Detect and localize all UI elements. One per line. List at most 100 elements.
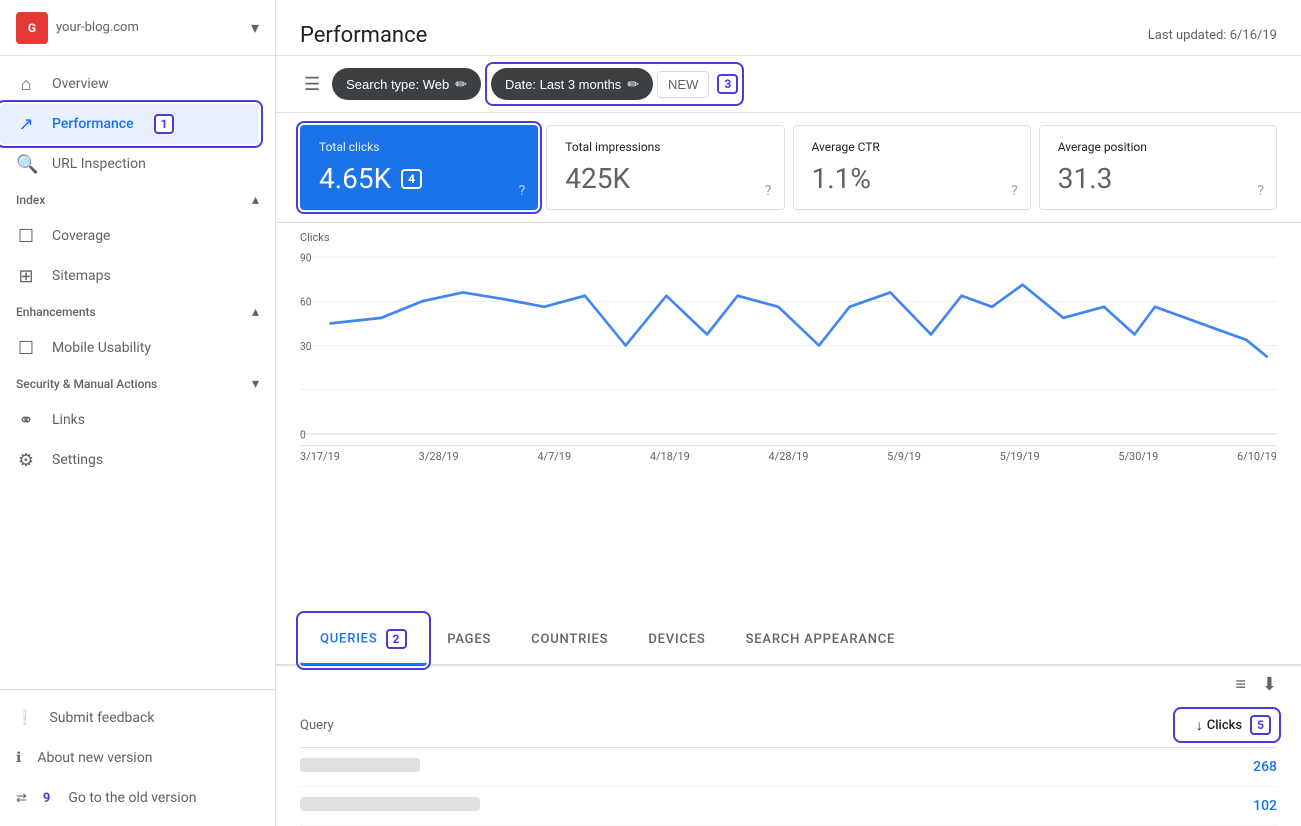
chart-area: Clicks 90 60 30 0 3/17/19 3/28/19 4/7/19 bbox=[276, 223, 1301, 615]
coverage-icon: ☐ bbox=[16, 226, 36, 247]
search-type-filter[interactable]: Search type: Web ✏ bbox=[332, 68, 481, 100]
chart-x-labels: 3/17/19 3/28/19 4/7/19 4/18/19 4/28/19 5… bbox=[300, 446, 1277, 467]
edit-icon: ✏ bbox=[627, 76, 639, 93]
submit-feedback-item[interactable]: ❕ Submit feedback bbox=[0, 698, 275, 738]
sidebar-item-performance[interactable]: ↗ Performance 1 bbox=[0, 104, 259, 144]
sidebar-item-label: URL Inspection bbox=[52, 156, 146, 172]
sitemaps-icon: ⊞ bbox=[16, 266, 36, 287]
sidebar-logo: G your-blog.com ▾ bbox=[0, 0, 275, 56]
metric-average-position[interactable]: Average position 31.3 ? bbox=[1039, 125, 1277, 210]
index-section-label: Index bbox=[16, 193, 45, 207]
sidebar-item-label: Links bbox=[52, 412, 85, 428]
row-query bbox=[300, 758, 1177, 776]
sidebar-item-label: Overview bbox=[52, 76, 109, 92]
metrics-row: Total clicks 4.65K 4 ? Total impressions… bbox=[276, 113, 1301, 223]
tab-label: SEARCH APPEARANCE bbox=[746, 632, 896, 647]
search-type-label: Search type: Web bbox=[346, 77, 449, 92]
metric-label: Average CTR bbox=[812, 140, 1012, 154]
row-clicks: 268 bbox=[1177, 759, 1277, 775]
about-new-version-item[interactable]: ℹ About new version bbox=[0, 738, 275, 778]
main-header: Performance Last updated: 6/16/19 bbox=[276, 0, 1301, 56]
x-label: 3/28/19 bbox=[419, 450, 459, 463]
sidebar-item-url-inspection[interactable]: 🔍 URL Inspection bbox=[0, 144, 259, 184]
help-icon[interactable]: ? bbox=[1257, 183, 1264, 199]
last-updated: Last updated: 6/16/19 bbox=[1148, 28, 1277, 43]
metric-total-clicks[interactable]: Total clicks 4.65K 4 ? bbox=[300, 125, 538, 210]
sidebar-item-sitemaps[interactable]: ⊞ Sitemaps bbox=[0, 256, 259, 296]
feedback-label: Submit feedback bbox=[49, 710, 154, 726]
help-icon[interactable]: ? bbox=[1011, 183, 1018, 199]
settings-icon: ⚙ bbox=[16, 450, 36, 471]
row-clicks: 102 bbox=[1177, 798, 1277, 814]
tabs-row: QUERIES 2 PAGES COUNTRIES DEVICES SEARCH… bbox=[276, 615, 1301, 666]
date-filter[interactable]: Date: Last 3 months ✏ bbox=[491, 68, 653, 100]
sidebar-item-overview[interactable]: ⌂ Overview bbox=[0, 64, 259, 104]
performance-icon: ↗ bbox=[16, 114, 36, 135]
blurred-query bbox=[300, 758, 420, 772]
sidebar: G your-blog.com ▾ ⌂ Overview ↗ Performan… bbox=[0, 0, 276, 826]
tab-pages[interactable]: PAGES bbox=[427, 618, 511, 664]
svg-text:0: 0 bbox=[300, 428, 306, 442]
about-label: About new version bbox=[37, 750, 152, 766]
sidebar-item-settings[interactable]: ⚙ Settings bbox=[0, 440, 259, 480]
sidebar-item-links[interactable]: ⚭ Links bbox=[0, 400, 259, 440]
x-label: 4/28/19 bbox=[769, 450, 809, 463]
enhancements-section-header[interactable]: Enhancements ▴ bbox=[0, 296, 275, 328]
filter-icon[interactable]: ☰ bbox=[300, 70, 324, 99]
old-version-label: Go to the old version bbox=[68, 790, 196, 806]
metric-value: 4.65K bbox=[319, 162, 391, 195]
filter-rows-icon[interactable]: ≡ bbox=[1235, 674, 1246, 695]
feedback-icon: ❕ bbox=[16, 710, 33, 726]
annotation-badge-1: 1 bbox=[154, 114, 175, 134]
security-section-header[interactable]: Security & Manual Actions ▾ bbox=[0, 368, 275, 400]
chevron-down-icon[interactable]: ▾ bbox=[251, 18, 259, 37]
metric-value: 425K bbox=[565, 162, 765, 195]
page-title: Performance bbox=[300, 23, 427, 48]
x-label: 3/17/19 bbox=[300, 450, 340, 463]
download-icon[interactable]: ⬇ bbox=[1262, 674, 1277, 695]
tab-label: QUERIES bbox=[320, 631, 378, 646]
metric-label: Total impressions bbox=[565, 140, 765, 154]
main-content: Performance Last updated: 6/16/19 ☰ Sear… bbox=[276, 0, 1301, 826]
chart-container: 90 60 30 0 bbox=[300, 246, 1277, 446]
edit-icon: ✏ bbox=[455, 76, 467, 93]
sidebar-bottom: ❕ Submit feedback ℹ About new version ⇄ … bbox=[0, 689, 275, 826]
sidebar-item-label: Mobile Usability bbox=[52, 340, 151, 356]
x-label: 4/7/19 bbox=[537, 450, 571, 463]
metric-total-impressions[interactable]: Total impressions 425K ? bbox=[546, 125, 784, 210]
metric-value: 1.1% bbox=[812, 162, 1012, 195]
sort-arrow-icon: ↓ bbox=[1196, 717, 1203, 734]
old-version-badge: 9 bbox=[43, 791, 50, 806]
home-icon: ⌂ bbox=[16, 74, 36, 95]
tab-label: PAGES bbox=[447, 632, 491, 647]
metric-label: Average position bbox=[1058, 140, 1258, 154]
go-to-old-version-item[interactable]: ⇄ 9 Go to the old version bbox=[0, 778, 275, 818]
index-section-header[interactable]: Index ▴ bbox=[0, 184, 275, 216]
annotation-badge-3: 3 bbox=[717, 74, 738, 94]
col-query-header: Query bbox=[300, 718, 1177, 733]
tab-queries[interactable]: QUERIES 2 bbox=[300, 615, 427, 666]
new-button[interactable]: NEW bbox=[657, 71, 709, 98]
chevron-up-icon: ▴ bbox=[252, 192, 259, 208]
tab-devices[interactable]: DEVICES bbox=[628, 618, 725, 664]
table-toolbar: ≡ ⬇ bbox=[300, 666, 1277, 703]
metric-value: 31.3 bbox=[1058, 162, 1258, 195]
metric-label: Total clicks bbox=[319, 140, 519, 154]
col-clicks-label: Clicks bbox=[1207, 718, 1242, 733]
x-label: 5/19/19 bbox=[1000, 450, 1040, 463]
col-clicks-header[interactable]: ↓ Clicks 5 bbox=[1177, 711, 1277, 739]
sidebar-item-mobile-usability[interactable]: ☐ Mobile Usability bbox=[0, 328, 259, 368]
annotation-badge-4: 4 bbox=[401, 169, 422, 189]
svg-text:90: 90 bbox=[300, 251, 311, 265]
help-icon[interactable]: ? bbox=[765, 183, 772, 199]
tab-search-appearance[interactable]: SEARCH APPEARANCE bbox=[726, 618, 916, 664]
date-label: Date: Last 3 months bbox=[505, 77, 621, 92]
sidebar-item-coverage[interactable]: ☐ Coverage bbox=[0, 216, 259, 256]
metric-average-ctr[interactable]: Average CTR 1.1% ? bbox=[793, 125, 1031, 210]
svg-text:30: 30 bbox=[300, 340, 311, 354]
tab-label: DEVICES bbox=[648, 632, 705, 647]
help-icon[interactable]: ? bbox=[519, 183, 526, 199]
x-label: 5/30/19 bbox=[1118, 450, 1158, 463]
tab-label: COUNTRIES bbox=[531, 632, 608, 647]
tab-countries[interactable]: COUNTRIES bbox=[511, 618, 628, 664]
